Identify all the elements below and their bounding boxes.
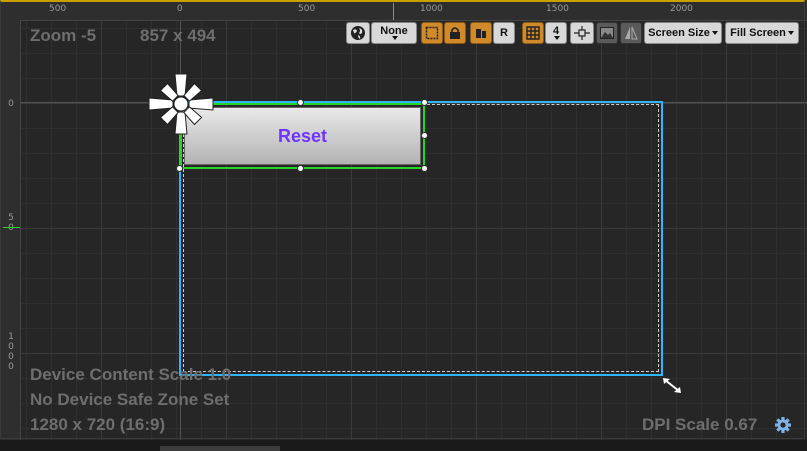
resize-handle-top[interactable] (297, 99, 304, 106)
screen-size-dropdown[interactable]: Screen Size (644, 22, 722, 44)
fill-screen-label: Fill Screen (730, 27, 786, 39)
bottom-tab[interactable] (160, 446, 280, 451)
respect-locks-toggle[interactable] (421, 22, 443, 44)
globe-icon (351, 26, 365, 40)
fill-screen-dropdown[interactable]: Fill Screen (725, 22, 799, 44)
reset-button[interactable]: Reset (184, 107, 421, 165)
anchor-icon[interactable] (148, 72, 214, 136)
location-snap-toggle[interactable] (470, 22, 492, 44)
grid-snap-size-value: 4 (552, 25, 560, 37)
chevron-down-icon (392, 36, 398, 40)
image-icon (600, 27, 614, 39)
lock-toggle[interactable] (444, 22, 466, 44)
resize-handle-right[interactable] (421, 132, 428, 139)
resize-handle-bottom-left[interactable] (176, 165, 183, 172)
lock-icon (450, 27, 460, 39)
flip-icon (625, 26, 638, 40)
resize-handle-top-right[interactable] (421, 99, 428, 106)
screen-size-label: Screen Size (648, 27, 710, 39)
resolution-label: 1280 x 720 (16:9) (30, 415, 166, 434)
gear-icon[interactable] (774, 416, 792, 434)
outline-icon (425, 26, 439, 40)
culture-dropdown-label: None (380, 25, 408, 37)
scale-arrows-icon (574, 26, 590, 40)
dpi-scale-label: DPI Scale 0.67 (642, 415, 758, 434)
chevron-down-icon (711, 31, 718, 35)
grid-icon (526, 26, 540, 40)
resize-handle-bottom-right[interactable] (421, 165, 428, 172)
flip-toggle[interactable] (620, 22, 642, 44)
dpi-scale-preview-button[interactable] (570, 22, 594, 44)
zoom-level-label: Zoom -5 (30, 26, 97, 45)
safe-zone-label: No Device Safe Zone Set (30, 390, 230, 409)
r-toggle-button[interactable]: R (493, 22, 515, 44)
resize-arrow-icon[interactable] (661, 377, 683, 395)
designer-viewport[interactable]: 500 0 500 1000 1500 2000 0 5 0 1 0 0 0 R… (0, 0, 807, 451)
chevron-down-icon (554, 36, 560, 40)
snap-icon (476, 29, 486, 38)
grid-snap-size-dropdown[interactable]: 4 (545, 22, 567, 44)
chevron-down-icon (787, 31, 794, 35)
viewport-size-label: 857 x 494 (140, 26, 216, 45)
resize-handle-bottom[interactable] (297, 165, 304, 172)
culture-dropdown[interactable]: None (371, 22, 417, 44)
grid-snap-toggle[interactable] (522, 22, 544, 44)
background-image-toggle[interactable] (596, 22, 618, 44)
bottom-panel-strip (0, 440, 807, 451)
culture-preview-button[interactable] (346, 22, 370, 44)
device-content-scale-label: Device Content Scale 1.0 (30, 365, 232, 384)
